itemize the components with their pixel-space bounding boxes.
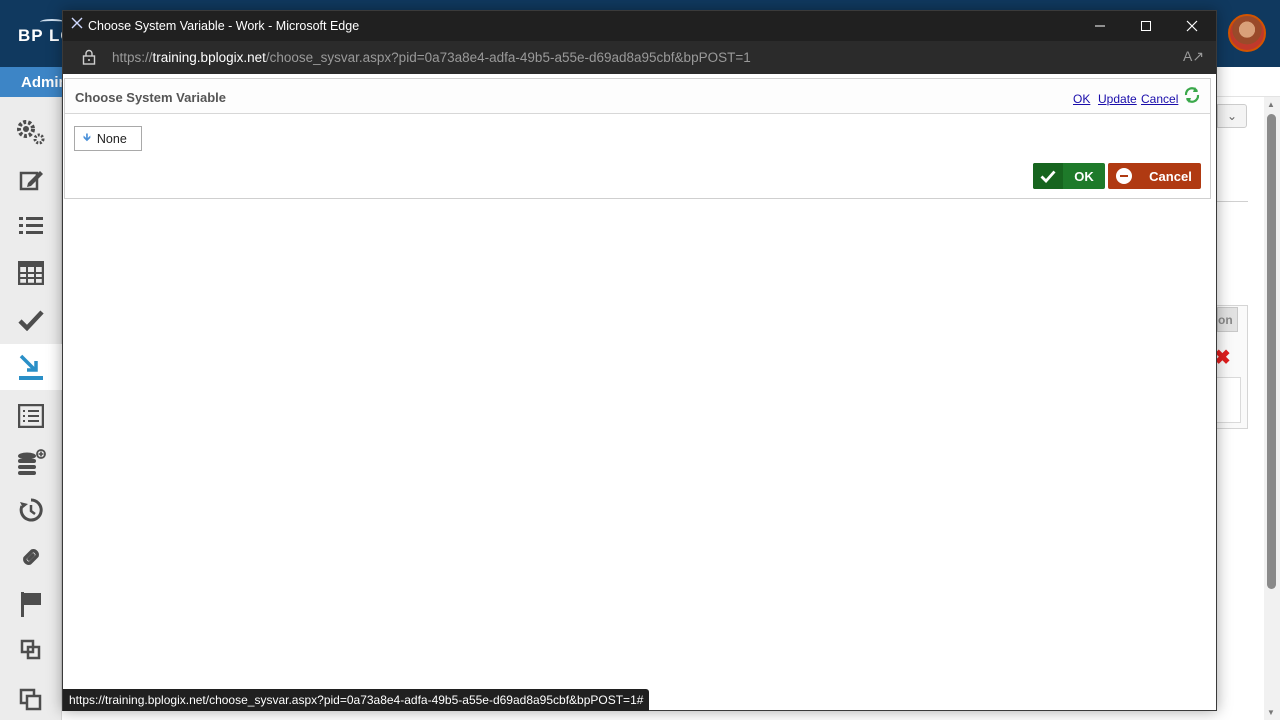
background-row xyxy=(1217,377,1241,423)
url-scheme: https:// xyxy=(112,50,153,65)
ok-link[interactable]: OK xyxy=(1073,92,1090,106)
ok-button[interactable]: OK xyxy=(1033,163,1105,189)
table-icon[interactable] xyxy=(0,250,62,296)
none-button-label: None xyxy=(96,131,127,146)
document-list-icon[interactable] xyxy=(0,393,62,439)
read-aloud-icon[interactable]: A↗ xyxy=(1183,48,1204,65)
timer-icon[interactable] xyxy=(0,487,62,533)
close-icon[interactable] xyxy=(1169,11,1215,41)
dialog-title: Choose System Variable xyxy=(75,90,227,105)
window-titlebar[interactable]: Choose System Variable - Work - Microsof… xyxy=(63,11,1216,41)
dialog-panel: Choose System Variable OK Update Cancel … xyxy=(64,78,1211,199)
sidebar xyxy=(0,97,62,720)
none-button[interactable]: 🡻 None xyxy=(74,126,142,151)
flag-icon[interactable] xyxy=(0,581,62,627)
popup-page: Choose System Variable OK Update Cancel … xyxy=(63,74,1216,710)
url-path: /choose_sysvar.aspx?pid=0a73a8e4-adfa-49… xyxy=(265,50,751,65)
scrollbar-thumb[interactable] xyxy=(1267,114,1276,589)
scroll-up-arrow-icon[interactable]: ▲ xyxy=(1267,100,1275,109)
checkmark-icon xyxy=(1033,163,1063,189)
list-icon[interactable] xyxy=(0,203,62,249)
url-text[interactable]: https://training.bplogix.net/choose_sysv… xyxy=(112,50,751,65)
address-bar[interactable]: https://training.bplogix.net/choose_sysv… xyxy=(63,41,1216,74)
partial-button-label: on xyxy=(1218,313,1233,327)
scroll-down-arrow-icon[interactable]: ▼ xyxy=(1267,708,1275,717)
chevron-down-icon[interactable]: ⌄ xyxy=(1217,104,1247,128)
window-title: Choose System Variable - Work - Microsof… xyxy=(88,19,360,33)
admin-tab[interactable]: Admin xyxy=(0,67,70,97)
maximize-icon[interactable] xyxy=(1123,11,1169,41)
gears-icon[interactable] xyxy=(0,109,62,155)
minus-circle-icon xyxy=(1108,163,1140,189)
edge-browser-icon xyxy=(71,17,83,32)
user-avatar[interactable] xyxy=(1228,14,1266,52)
url-domain: training.bplogix.net xyxy=(152,50,266,65)
ok-button-label: OK xyxy=(1074,168,1094,184)
arrow-down-icon: 🡻 xyxy=(83,132,91,144)
check-icon[interactable] xyxy=(0,297,62,343)
refresh-icon[interactable] xyxy=(1183,86,1201,104)
cancel-button-label: Cancel xyxy=(1149,168,1192,184)
update-link[interactable]: Update xyxy=(1098,92,1137,106)
layers-icon[interactable] xyxy=(0,627,62,673)
popup-window: Choose System Variable - Work - Microsof… xyxy=(62,10,1217,711)
divider xyxy=(1217,201,1248,202)
cancel-button[interactable]: Cancel xyxy=(1108,163,1201,189)
dialog-header: Choose System Variable OK Update Cancel xyxy=(65,79,1210,114)
edit-icon[interactable] xyxy=(0,157,62,203)
partial-button[interactable]: on xyxy=(1217,307,1238,332)
logo-swoosh xyxy=(40,19,64,25)
database-add-icon[interactable] xyxy=(0,439,62,485)
copy-icon[interactable] xyxy=(0,677,62,720)
import-icon[interactable] xyxy=(0,344,62,390)
status-bar-url: https://training.bplogix.net/choose_sysv… xyxy=(63,689,650,711)
minimize-icon[interactable] xyxy=(1077,11,1123,41)
lock-icon[interactable] xyxy=(82,49,96,65)
cancel-link[interactable]: Cancel xyxy=(1141,92,1178,106)
link-icon[interactable] xyxy=(0,534,62,580)
